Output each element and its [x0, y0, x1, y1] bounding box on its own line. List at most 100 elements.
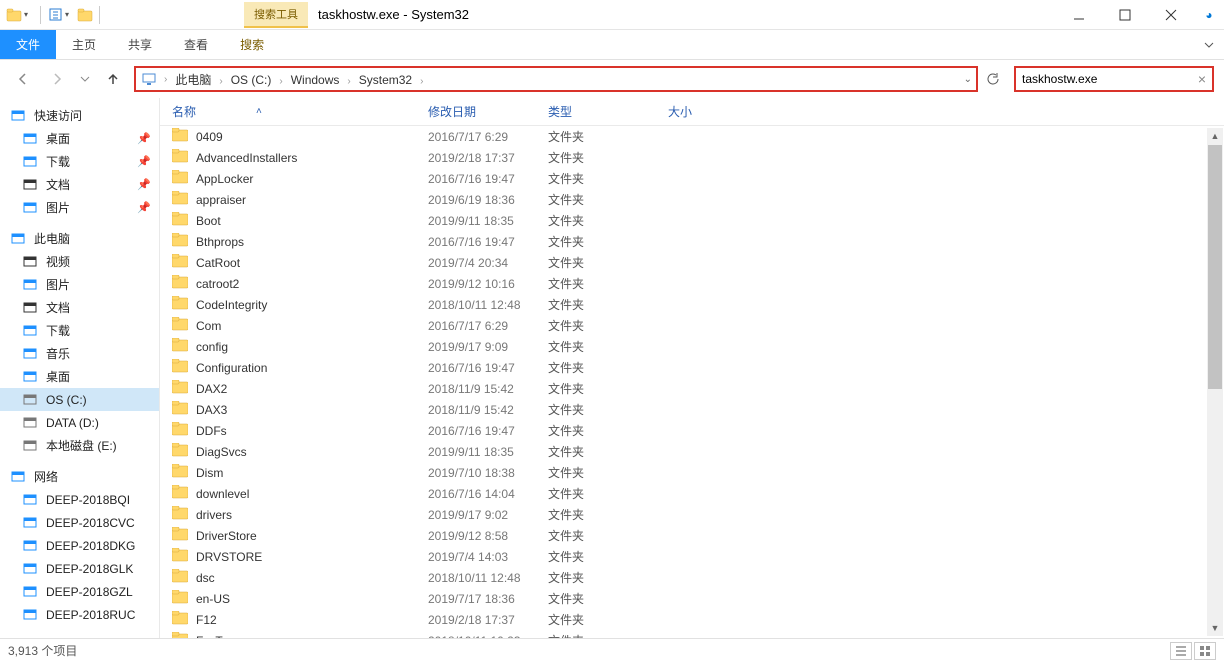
table-row[interactable]: downlevel2016/7/16 14:04文件夹: [160, 483, 1224, 504]
qat-dropdown-icon[interactable]: ▾: [24, 10, 34, 19]
nav-history-dropdown[interactable]: [78, 66, 92, 92]
chevron-right-icon[interactable]: ›: [273, 76, 288, 87]
download-icon: [22, 154, 38, 170]
table-row[interactable]: en-US2019/7/17 18:36文件夹: [160, 588, 1224, 609]
minimize-button[interactable]: [1056, 0, 1102, 30]
breadcrumb-segment[interactable]: OS (C:): [229, 73, 274, 87]
table-row[interactable]: Boot2019/9/11 18:35文件夹: [160, 210, 1224, 231]
sidebar-item[interactable]: 图片📌: [0, 196, 159, 219]
table-row[interactable]: CodeIntegrity2018/10/11 12:48文件夹: [160, 294, 1224, 315]
sidebar-item[interactable]: DEEP-2018DKG: [0, 534, 159, 557]
breadcrumb-segment[interactable]: Windows: [289, 73, 342, 87]
table-row[interactable]: AdvancedInstallers2019/2/18 17:37文件夹: [160, 147, 1224, 168]
ribbon-tab-view[interactable]: 查看: [168, 30, 224, 59]
table-row[interactable]: DriverStore2019/9/12 8:58文件夹: [160, 525, 1224, 546]
sidebar-item[interactable]: DEEP-2018GZL: [0, 580, 159, 603]
table-row[interactable]: drivers2019/9/17 9:02文件夹: [160, 504, 1224, 525]
sidebar-item[interactable]: 下载📌: [0, 150, 159, 173]
qat-properties-icon[interactable]: [47, 7, 63, 23]
ribbon-tab-search[interactable]: 搜索: [224, 30, 280, 59]
sidebar-item[interactable]: DEEP-2018GLK: [0, 557, 159, 580]
maximize-button[interactable]: [1102, 0, 1148, 30]
sidebar-item[interactable]: DATA (D:): [0, 411, 159, 434]
table-row[interactable]: F122019/2/18 17:37文件夹: [160, 609, 1224, 630]
table-row[interactable]: appraiser2019/6/19 18:36文件夹: [160, 189, 1224, 210]
folder-icon: [172, 254, 188, 271]
nav-back-button[interactable]: [10, 66, 36, 92]
address-breadcrumb[interactable]: › 此电脑›OS (C:)›Windows›System32› ⌄: [134, 66, 978, 92]
table-row[interactable]: catroot22019/9/12 10:16文件夹: [160, 273, 1224, 294]
table-row[interactable]: config2019/9/17 9:09文件夹: [160, 336, 1224, 357]
breadcrumb-segment[interactable]: 此电脑: [173, 73, 213, 87]
column-name[interactable]: 名称˄: [172, 103, 428, 120]
sidebar-item[interactable]: 下载: [0, 319, 159, 342]
close-button[interactable]: [1148, 0, 1194, 30]
table-row[interactable]: Dism2019/7/10 18:38文件夹: [160, 462, 1224, 483]
table-row[interactable]: DRVSTORE2019/7/4 14:03文件夹: [160, 546, 1224, 567]
sidebar-item[interactable]: DEEP-2018RUC: [0, 603, 159, 626]
table-row[interactable]: Configuration2016/7/16 19:47文件夹: [160, 357, 1224, 378]
sidebar-group-thispc[interactable]: 此电脑: [0, 227, 159, 250]
search-box[interactable]: ×: [1014, 66, 1214, 92]
table-row[interactable]: FxsTmp2018/10/11 10:23文件夹: [160, 630, 1224, 638]
breadcrumb-segment[interactable]: System32: [357, 73, 414, 87]
nav-forward-button[interactable]: [44, 66, 70, 92]
sidebar-item[interactable]: 本地磁盘 (E:): [0, 434, 159, 457]
sidebar-item[interactable]: 文档📌: [0, 173, 159, 196]
table-row[interactable]: CatRoot2019/7/4 20:34文件夹: [160, 252, 1224, 273]
table-row[interactable]: DAX22018/11/9 15:42文件夹: [160, 378, 1224, 399]
help-button[interactable]: ◕: [1194, 0, 1224, 30]
sidebar-item[interactable]: 音乐: [0, 342, 159, 365]
search-input[interactable]: [1022, 72, 1198, 86]
sidebar-item-label: DEEP-2018RUC: [46, 608, 135, 622]
column-size[interactable]: 大小: [668, 103, 748, 120]
table-row[interactable]: dsc2018/10/11 12:48文件夹: [160, 567, 1224, 588]
sidebar-item[interactable]: 桌面📌: [0, 127, 159, 150]
file-type: 文件夹: [548, 212, 668, 229]
chevron-right-icon[interactable]: ›: [213, 76, 228, 87]
search-clear-button[interactable]: ×: [1198, 71, 1206, 87]
picture-icon: [22, 277, 38, 293]
file-name: drivers: [196, 508, 232, 522]
table-row[interactable]: Com2016/7/17 6:29文件夹: [160, 315, 1224, 336]
qat-newfolder-icon[interactable]: [77, 7, 93, 23]
breadcrumb-dropdown-icon[interactable]: ⌄: [964, 74, 972, 85]
sidebar-group-quick[interactable]: 快速访问: [0, 104, 159, 127]
sidebar-item[interactable]: 桌面: [0, 365, 159, 388]
table-row[interactable]: DAX32018/11/9 15:42文件夹: [160, 399, 1224, 420]
chevron-right-icon[interactable]: ›: [341, 76, 356, 87]
sidebar-group-network[interactable]: 网络: [0, 465, 159, 488]
ribbon-tab-file[interactable]: 文件: [0, 30, 56, 59]
table-row[interactable]: Bthprops2016/7/16 19:47文件夹: [160, 231, 1224, 252]
ribbon-tab-share[interactable]: 共享: [112, 30, 168, 59]
table-row[interactable]: DiagSvcs2019/9/11 18:35文件夹: [160, 441, 1224, 462]
table-row[interactable]: 04092016/7/17 6:29文件夹: [160, 126, 1224, 147]
sidebar-item[interactable]: DEEP-2018CVC: [0, 511, 159, 534]
file-type: 文件夹: [548, 359, 668, 376]
scroll-thumb[interactable]: [1208, 145, 1222, 389]
search-tools-context-tab[interactable]: 搜索工具: [244, 2, 308, 28]
ribbon-expand-button[interactable]: [1194, 30, 1224, 59]
chevron-right-icon[interactable]: ›: [158, 74, 173, 85]
chevron-right-icon[interactable]: ›: [414, 76, 429, 87]
sidebar-item[interactable]: OS (C:): [0, 388, 159, 411]
column-date[interactable]: 修改日期: [428, 103, 548, 120]
sidebar-item[interactable]: 视频: [0, 250, 159, 273]
table-row[interactable]: DDFs2016/7/16 19:47文件夹: [160, 420, 1224, 441]
ribbon-tab-home[interactable]: 主页: [56, 30, 112, 59]
vertical-scrollbar[interactable]: ▲ ▼: [1207, 128, 1223, 636]
nav-up-button[interactable]: [100, 66, 126, 92]
scroll-down-arrow[interactable]: ▼: [1207, 620, 1223, 636]
sidebar-item[interactable]: DEEP-2018BQI: [0, 488, 159, 511]
sidebar-item[interactable]: 图片: [0, 273, 159, 296]
view-largeicons-button[interactable]: [1194, 642, 1216, 660]
scroll-up-arrow[interactable]: ▲: [1207, 128, 1223, 144]
sidebar-item[interactable]: 文档: [0, 296, 159, 319]
file-type: 文件夹: [548, 443, 668, 460]
column-type[interactable]: 类型: [548, 103, 668, 120]
file-type: 文件夹: [548, 233, 668, 250]
refresh-button[interactable]: [980, 66, 1006, 92]
view-details-button[interactable]: [1170, 642, 1192, 660]
table-row[interactable]: AppLocker2016/7/16 19:47文件夹: [160, 168, 1224, 189]
qat-dropdown-2-icon[interactable]: ▾: [65, 10, 75, 19]
